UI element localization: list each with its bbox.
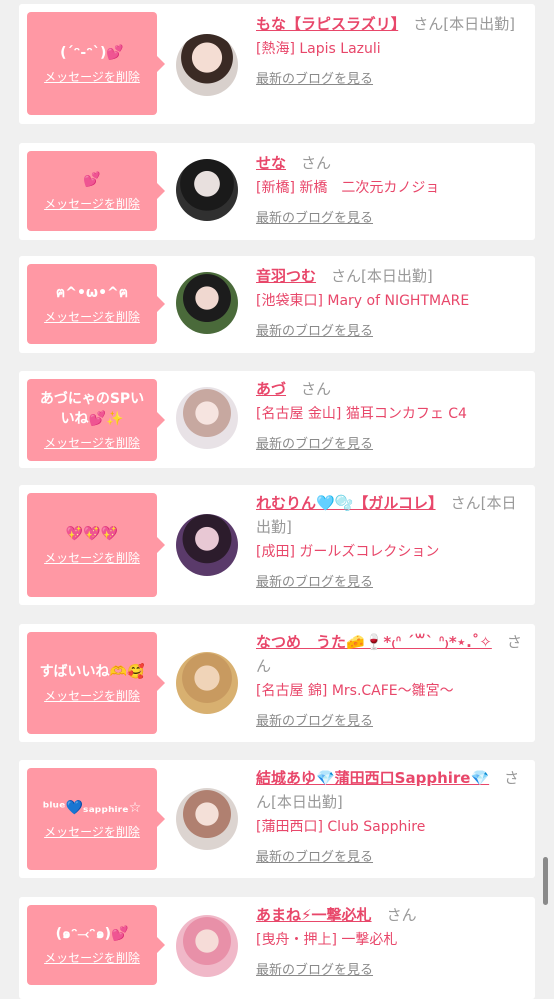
list-item: (๑ᵔ⤙ᵔ๑)💕 メッセージを削除 あまね⚡一撃必札 さん [曳舟・押上] 一撃… — [19, 897, 535, 999]
san-label: さん — [386, 906, 417, 924]
name-line: 結城あゆ💎蒲田西口Sapphire💎 さん[本日出勤] — [256, 766, 526, 814]
message-bubble: ฅ^•ω•^ฅ メッセージを削除 — [27, 264, 165, 344]
delete-message-link[interactable]: メッセージを削除 — [44, 309, 140, 325]
latest-blog-link[interactable]: 最新のブログを見る — [256, 209, 526, 229]
avatar[interactable] — [176, 788, 238, 850]
list-item: すばいいね🫶🥰 メッセージを削除 なつめ うた🧀🍷*₍ᐢ ˊ꒳ˋ ᐢ₎*⋆.˚✧… — [19, 624, 535, 742]
work-status: [本日出勤] — [443, 15, 515, 33]
san-label: さん — [413, 15, 444, 33]
message-bubble: すばいいね🫶🥰 メッセージを削除 — [27, 632, 165, 734]
shop-name: [名古屋 錦] Mrs.CAFE〜雛宮〜 — [256, 683, 454, 699]
delete-message-link[interactable]: メッセージを削除 — [44, 950, 140, 966]
message-bubble: ᵇˡᵘᵉ💙ₛₐₚₚₕᵢᵣₑ☆ メッセージを削除 — [27, 768, 165, 870]
avatar[interactable] — [176, 34, 238, 96]
name-line: せな さん — [256, 151, 526, 175]
message-bubble: (๑ᵔ⤙ᵔ๑)💕 メッセージを削除 — [27, 905, 165, 985]
latest-blog-link[interactable]: 最新のブログを見る — [256, 712, 526, 732]
cast-info: なつめ うた🧀🍷*₍ᐢ ˊ꒳ˋ ᐢ₎*⋆.˚✧ さん [名古屋 錦] Mrs.C… — [256, 630, 526, 732]
cast-name-link[interactable]: あづ — [256, 380, 286, 398]
cast-name-link[interactable]: 音羽つむ — [256, 267, 316, 285]
san-label: さん — [331, 267, 362, 285]
message-text: ฅ^•ω•^ฅ — [55, 285, 129, 301]
name-line: なつめ うた🧀🍷*₍ᐢ ˊ꒳ˋ ᐢ₎*⋆.˚✧ さん — [256, 630, 526, 678]
message-text: 💖💖💖 — [65, 526, 119, 542]
latest-blog-link[interactable]: 最新のブログを見る — [256, 435, 526, 455]
latest-blog-link[interactable]: 最新のブログを見る — [256, 961, 526, 981]
avatar[interactable] — [176, 915, 238, 977]
name-line: あまね⚡一撃必札 さん — [256, 903, 526, 927]
cast-info: あづ さん [名古屋 金山] 猫耳コンカフェ C4 最新のブログを見る — [256, 377, 526, 455]
list-item: ฅ^•ω•^ฅ メッセージを削除 音羽つむ さん[本日出勤] [池袋東口] Ma… — [19, 256, 535, 353]
san-label: さん — [301, 154, 332, 172]
delete-message-link[interactable]: メッセージを削除 — [44, 824, 140, 840]
shop-name: [熱海] Lapis Lazuli — [256, 41, 381, 57]
message-bubble: 💕 メッセージを削除 — [27, 151, 165, 231]
cast-name-link[interactable]: なつめ うた🧀🍷*₍ᐢ ˊ꒳ˋ ᐢ₎*⋆.˚✧ — [256, 633, 492, 651]
list-item: 💖💖💖 メッセージを削除 れむりん🩵🫧【ガルコレ】 さん[本日出勤] [成田] … — [19, 485, 535, 605]
avatar[interactable] — [176, 652, 238, 714]
shop-name: [曳舟・押上] 一撃必札 — [256, 932, 398, 948]
cast-info: あまね⚡一撃必札 さん [曳舟・押上] 一撃必札 最新のブログを見る — [256, 903, 526, 981]
cast-name-link[interactable]: れむりん🩵🫧【ガルコレ】 — [256, 494, 436, 512]
scrollbar[interactable] — [543, 857, 548, 905]
cast-info: 音羽つむ さん[本日出勤] [池袋東口] Mary of NIGHTMARE 最… — [256, 264, 526, 342]
message-bubble: (´ᵔ-ᵔ`)💕 メッセージを削除 — [27, 12, 165, 115]
latest-blog-link[interactable]: 最新のブログを見る — [256, 322, 526, 342]
san-label: さん — [301, 380, 332, 398]
delete-message-link[interactable]: メッセージを削除 — [44, 196, 140, 212]
shop-name: [蒲田西口] Club Sapphire — [256, 819, 426, 835]
message-text: 💕 — [83, 172, 101, 188]
delete-message-link[interactable]: メッセージを削除 — [44, 550, 140, 566]
cast-info: もな【ラピスラズリ】 さん[本日出勤] [熱海] Lapis Lazuli 最新… — [256, 12, 526, 90]
list-item: (´ᵔ-ᵔ`)💕 メッセージを削除 もな【ラピスラズリ】 さん[本日出勤] [熱… — [19, 4, 535, 124]
message-bubble: あづにゃのSPいいね💕✨ メッセージを削除 — [27, 379, 165, 461]
cast-info: れむりん🩵🫧【ガルコレ】 さん[本日出勤] [成田] ガールズコレクション 最新… — [256, 491, 526, 593]
latest-blog-link[interactable]: 最新のブログを見る — [256, 70, 526, 90]
shop-name: [池袋東口] Mary of NIGHTMARE — [256, 293, 470, 309]
message-text: (´ᵔ-ᵔ`)💕 — [60, 44, 124, 61]
list-item: ᵇˡᵘᵉ💙ₛₐₚₚₕᵢᵣₑ☆ メッセージを削除 結城あゆ💎蒲田西口Sapphir… — [19, 760, 535, 878]
work-status: [本日出勤] — [361, 267, 433, 285]
latest-blog-link[interactable]: 最新のブログを見る — [256, 573, 526, 593]
san-label: さん — [450, 494, 481, 512]
message-text: ᵇˡᵘᵉ💙ₛₐₚₚₕᵢᵣₑ☆ — [42, 800, 142, 816]
list-item: 💕 メッセージを削除 せな さん [新橋] 新橋 二次元カノジョ 最新のブログを… — [19, 143, 535, 240]
cast-name-link[interactable]: せな — [256, 154, 286, 172]
shop-name: [成田] ガールズコレクション — [256, 544, 440, 560]
cast-name-link[interactable]: 結城あゆ💎蒲田西口Sapphire💎 — [256, 769, 489, 787]
work-status: [本日出勤] — [271, 793, 343, 811]
cast-info: せな さん [新橋] 新橋 二次元カノジョ 最新のブログを見る — [256, 151, 526, 229]
message-text: (๑ᵔ⤙ᵔ๑)💕 — [55, 926, 129, 942]
cast-info: 結城あゆ💎蒲田西口Sapphire💎 さん[本日出勤] [蒲田西口] Club … — [256, 766, 526, 868]
avatar[interactable] — [176, 514, 238, 576]
name-line: れむりん🩵🫧【ガルコレ】 さん[本日出勤] — [256, 491, 526, 539]
delete-message-link[interactable]: メッセージを削除 — [44, 435, 140, 451]
latest-blog-link[interactable]: 最新のブログを見る — [256, 848, 526, 868]
shop-name: [新橋] 新橋 二次元カノジョ — [256, 180, 440, 196]
cast-name-link[interactable]: あまね⚡一撃必札 — [256, 906, 372, 924]
name-line: あづ さん — [256, 377, 526, 401]
message-text: あづにゃのSPいいね💕✨ — [39, 391, 145, 427]
delete-message-link[interactable]: メッセージを削除 — [44, 688, 140, 704]
list-item: あづにゃのSPいいね💕✨ メッセージを削除 あづ さん [名古屋 金山] 猫耳コ… — [19, 371, 535, 468]
shop-name: [名古屋 金山] 猫耳コンカフェ C4 — [256, 406, 467, 422]
message-text: すばいいね🫶🥰 — [39, 664, 145, 680]
cast-name-link[interactable]: もな【ラピスラズリ】 — [256, 15, 398, 33]
avatar[interactable] — [176, 272, 238, 334]
name-line: もな【ラピスラズリ】 さん[本日出勤] — [256, 12, 526, 36]
name-line: 音羽つむ さん[本日出勤] — [256, 264, 526, 288]
avatar[interactable] — [176, 159, 238, 221]
message-bubble: 💖💖💖 メッセージを削除 — [27, 493, 165, 597]
avatar[interactable] — [176, 387, 238, 449]
delete-message-link[interactable]: メッセージを削除 — [44, 69, 140, 85]
